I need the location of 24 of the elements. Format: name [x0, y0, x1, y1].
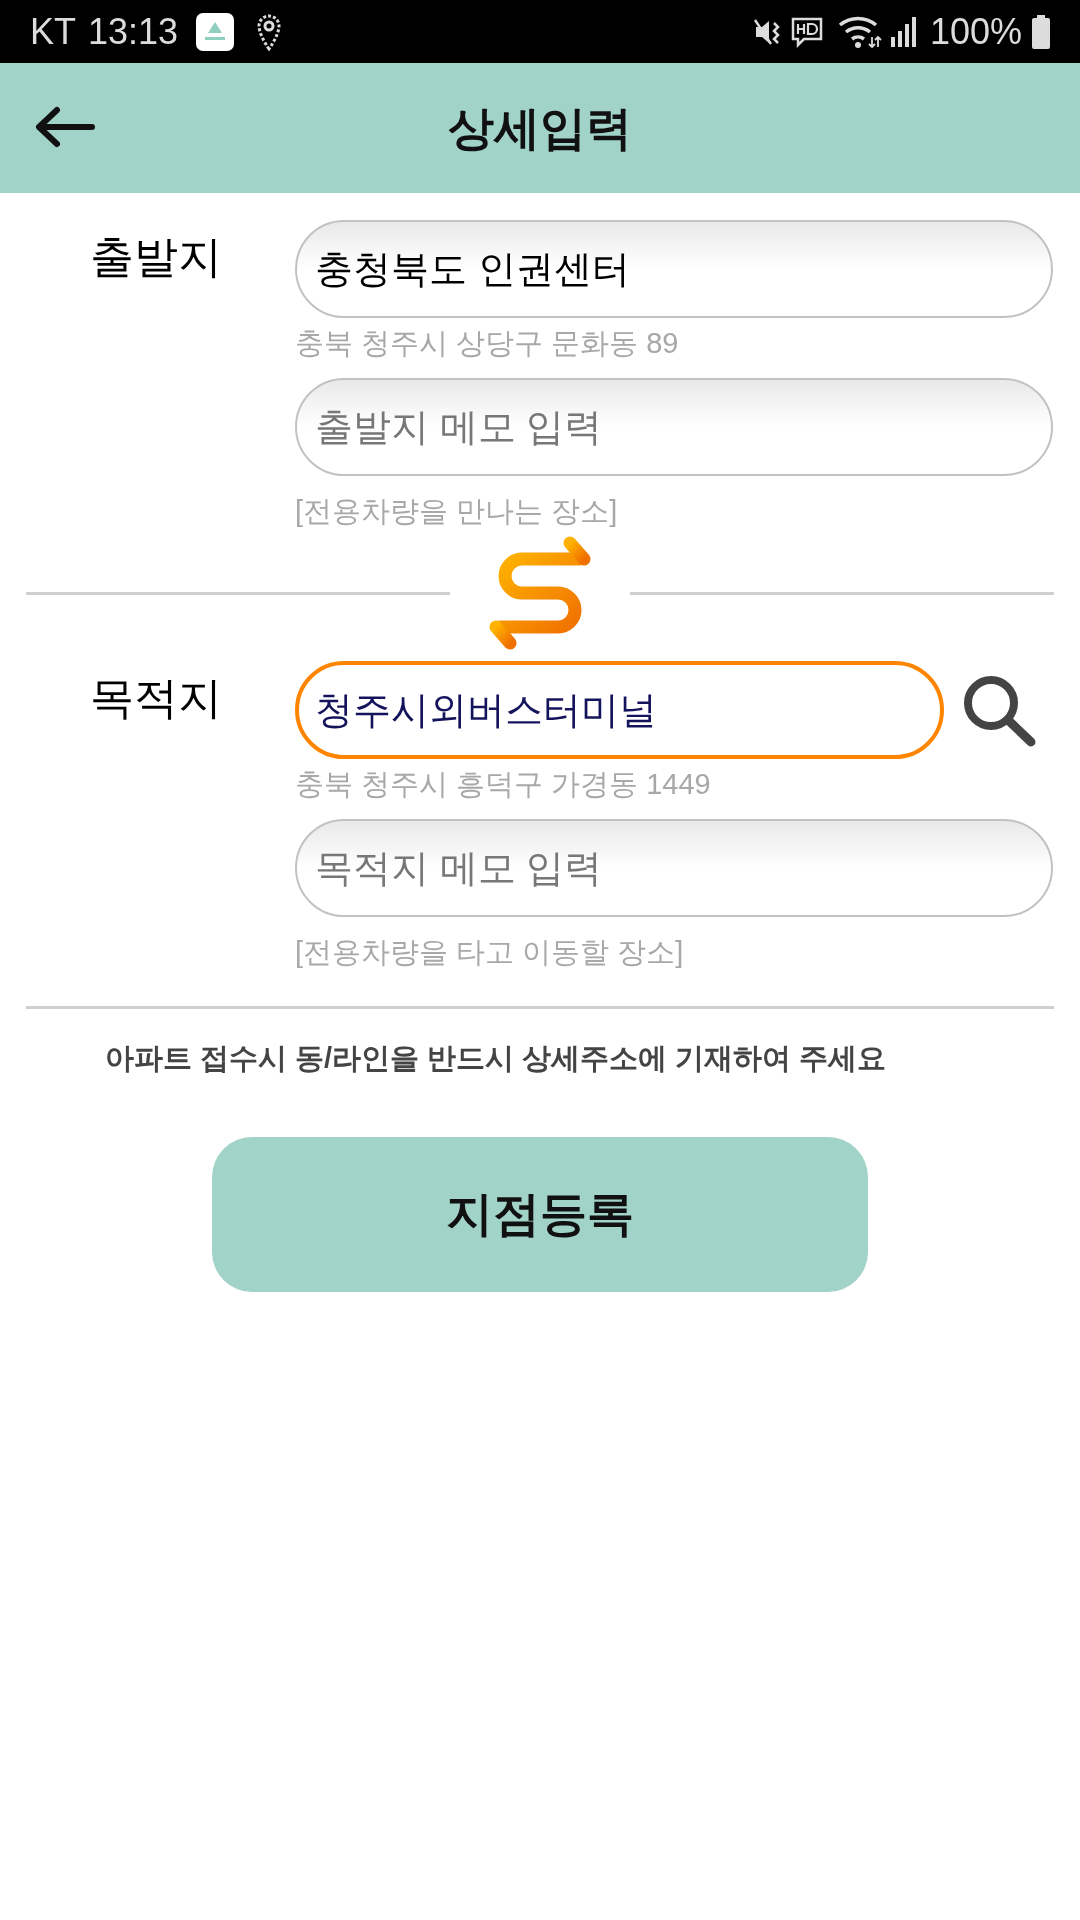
- address-text: 충북 청주시 흥덕구 가경동 1449: [295, 767, 711, 802]
- memo-field[interactable]: 목적지 메모 입력: [295, 819, 1053, 917]
- back-arrow-icon[interactable]: [34, 106, 96, 148]
- memo-hint: [전용차량을 타고 이동할 장소]: [295, 935, 684, 970]
- register-button[interactable]: 지점등록: [212, 1137, 868, 1292]
- app-notification-icon: [196, 12, 235, 51]
- location-pin-icon: [256, 12, 283, 51]
- wifi-icon: [837, 14, 882, 49]
- clock-text: 13:13: [88, 11, 179, 52]
- notice-text: 아파트 접수시 동/라인을 반드시 상세주소에 기재하여 주세요: [105, 1042, 887, 1074]
- battery-icon: [1032, 14, 1050, 49]
- address-text: 충북 청주시 상당구 문화동 89: [295, 326, 679, 361]
- place-label: 출발지: [90, 232, 222, 281]
- memo-hint: [전용차량을 만나는 장소]: [295, 494, 618, 529]
- place-name-field[interactable]: 충청북도 인권센터: [295, 220, 1053, 318]
- search-icon[interactable]: [961, 673, 1037, 747]
- hd-voice-icon: [789, 15, 824, 48]
- battery-percent-text: 100%: [929, 11, 1022, 52]
- place-label: 목적지: [90, 673, 222, 722]
- page-title: 상세입력: [448, 100, 632, 156]
- carrier-text: KT: [30, 11, 76, 52]
- signal-bars-icon: [889, 16, 918, 47]
- memo-field[interactable]: 출발지 메모 입력: [295, 378, 1053, 476]
- place-name-field[interactable]: 청주시외버스터미널: [295, 661, 944, 759]
